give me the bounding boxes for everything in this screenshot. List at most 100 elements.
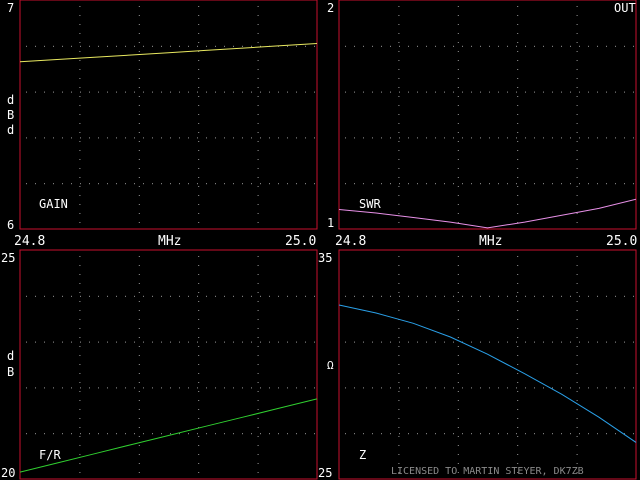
grid-dot [35,295,36,297]
grid-dot [138,472,140,473]
grid-dot [134,91,135,93]
grid-dot [224,295,225,297]
grid-dot [517,265,519,266]
grid-dot [198,33,200,34]
grid-dot [107,91,108,93]
grid-dot [517,364,519,365]
grid-dot [398,274,400,275]
grid-dot [206,137,207,139]
grid-dot [198,204,200,205]
grid-dot [597,45,598,47]
grid-dot [507,433,508,435]
grid-dot [426,295,427,297]
grid-dot [576,123,578,124]
grid-dot [260,341,261,343]
grid-dot [457,274,459,275]
gain-ylabel-char: d [7,123,14,137]
grid-dot [462,295,463,297]
grid-dot [372,91,373,93]
grid-dot [398,195,400,196]
grid-dot [305,137,306,139]
grid-dot [257,51,259,52]
grid-dot [287,91,288,93]
grid-dot [138,427,140,428]
grid-dot [98,387,99,389]
swr-series-label: SWR [359,197,381,211]
grid-dot [576,15,578,16]
grid-dot [79,204,81,205]
grid-dot [462,183,463,185]
grid-dot [606,295,607,297]
grid-dot [408,341,409,343]
grid-dot [138,301,140,302]
grid-dot [624,341,625,343]
grid-dot [363,341,364,343]
grid-dot [188,45,189,47]
grid-dot [287,433,288,435]
grid-dot [517,292,519,293]
grid-dot [125,433,126,435]
grid-dot [588,295,589,297]
grid-dot [345,45,346,47]
grid-dot [138,436,140,437]
grid-dot [138,114,140,115]
grid-dot [398,96,400,97]
grid-dot [457,301,459,302]
grid-dot [517,346,519,347]
grid-dot [435,45,436,47]
grid-dot [198,159,200,160]
grid-dot [435,433,436,435]
grid-dot [606,341,607,343]
grid-dot [398,186,400,187]
grid-dot [79,355,81,356]
grid-dot [152,387,153,389]
grid-dot [79,427,81,428]
grid-dot [260,183,261,185]
grid-dot [53,91,54,93]
grid-dot [198,472,200,473]
z-ylabel-char: Ω [327,359,334,372]
grid-dot [517,114,519,115]
grid-dot [363,183,364,185]
grid-dot [457,427,459,428]
grid-dot [107,183,108,185]
grid-dot [198,141,200,142]
grid-dot [525,387,526,389]
grid-dot [398,204,400,205]
grid-dot [125,387,126,389]
grid-dot [44,433,45,435]
grid-dot [457,186,459,187]
grid-dot [398,141,400,142]
grid-dot [79,454,81,455]
gain-panel: 7 6 d B d GAIN 24.8 MHz 25.0 [7,0,318,249]
grid-dot [457,114,459,115]
grid-dot [453,295,454,297]
grid-dot [79,159,81,160]
grid-dot [517,105,519,106]
grid-dot [576,310,578,311]
grid-dot [26,45,27,47]
grid-dot [152,295,153,297]
grid-dot [399,45,400,47]
grid-dot [606,137,607,139]
grid-dot [296,433,297,435]
grid-dot [188,183,189,185]
grid-dot [89,183,90,185]
grid-dot [372,183,373,185]
grid-dot [426,183,427,185]
grid-dot [615,433,616,435]
grid-dot [53,433,54,435]
grid-dot [516,433,517,435]
grid-dot [35,183,36,185]
grid-dot [517,445,519,446]
grid-dot [576,186,578,187]
grid-dot [53,295,54,297]
swr-series-line [338,198,637,229]
swr-xtick-left: 24.8 [335,234,366,249]
grid-dot [138,292,140,293]
grid-dot [517,150,519,151]
grid-dot [543,341,544,343]
grid-dot [398,310,400,311]
grid-dot [363,295,364,297]
gain-ylabel-char: d [7,93,14,107]
